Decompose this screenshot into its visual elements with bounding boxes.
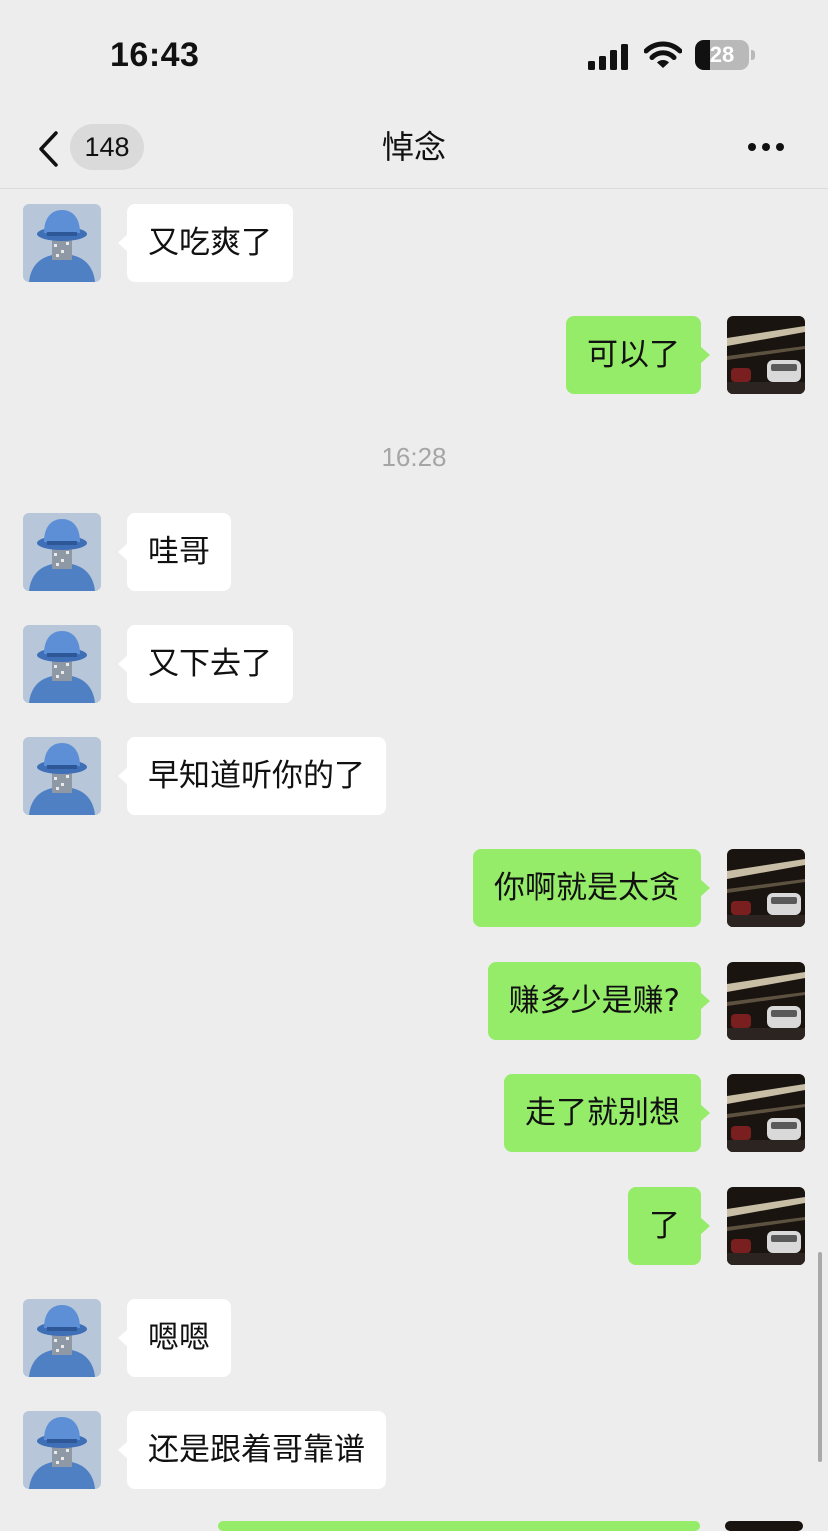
friend-avatar[interactable] xyxy=(23,737,101,815)
my-avatar[interactable] xyxy=(727,1187,805,1265)
my-avatar-partial[interactable] xyxy=(725,1521,803,1531)
my-avatar[interactable] xyxy=(727,849,805,927)
message-bubble[interactable]: 早知道听你的了 xyxy=(118,737,386,815)
message-bubble-partial[interactable] xyxy=(218,1521,700,1531)
cellular-signal-icon xyxy=(588,44,628,70)
my-avatar[interactable] xyxy=(727,316,805,394)
chat-title: 悼念 xyxy=(381,128,446,166)
status-bar: 16:43 28 xyxy=(0,0,828,110)
message-bubble[interactable]: 又下去了 xyxy=(118,625,293,703)
friend-avatar[interactable] xyxy=(23,1411,101,1489)
more-dots-icon[interactable] xyxy=(746,136,786,158)
message-bubble[interactable]: 了 xyxy=(628,1187,710,1265)
message-bubble[interactable]: 赚多少是赚? xyxy=(487,962,711,1040)
message-bubble[interactable]: 又吃爽了 xyxy=(118,204,293,282)
wifi-icon xyxy=(644,41,682,68)
friend-avatar[interactable] xyxy=(23,1299,101,1377)
message-bubble[interactable]: 可以了 xyxy=(566,316,710,394)
battery-percent: 28 xyxy=(709,42,735,67)
message-bubble[interactable]: 嗯嗯 xyxy=(118,1299,231,1377)
message-bubble[interactable]: 还是跟着哥靠谱 xyxy=(118,1411,386,1489)
status-time: 16:43 xyxy=(110,36,200,74)
friend-avatar[interactable] xyxy=(23,625,101,703)
scrollbar[interactable] xyxy=(818,1252,822,1462)
friend-avatar[interactable] xyxy=(23,513,101,591)
message-bubble[interactable]: 你啊就是太贪 xyxy=(473,849,710,927)
my-avatar[interactable] xyxy=(727,1074,805,1152)
message-bubble[interactable]: 哇哥 xyxy=(118,513,231,591)
my-avatar[interactable] xyxy=(727,962,805,1040)
message-timestamp: 16:28 xyxy=(381,442,447,472)
nav-bar: 148 悼念 xyxy=(0,110,828,189)
message-bubble[interactable]: 走了就别想 xyxy=(504,1074,710,1152)
battery-icon: 28 xyxy=(695,40,757,72)
friend-avatar[interactable] xyxy=(23,204,101,282)
